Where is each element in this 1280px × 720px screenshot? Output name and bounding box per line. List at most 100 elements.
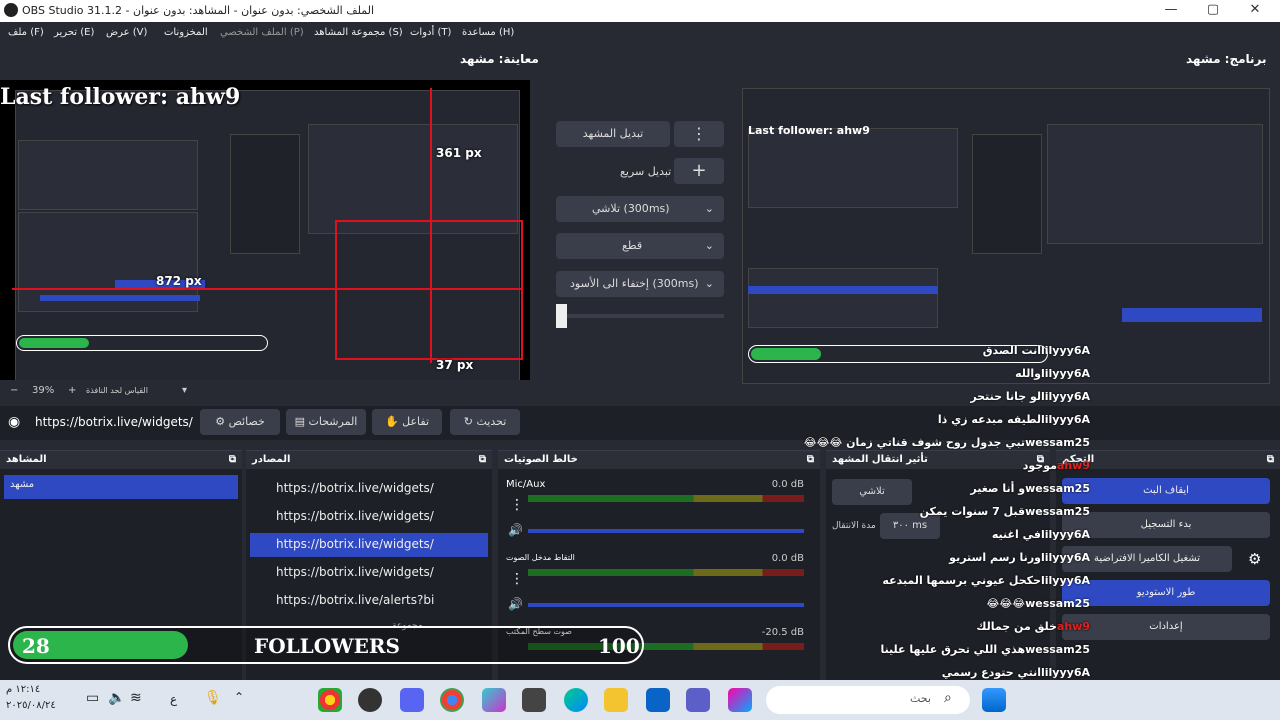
dock-float-icon[interactable]: ⧉ [807, 454, 814, 465]
channel-name: التقاط مدخل الصوت [506, 553, 575, 562]
outlook-icon[interactable] [646, 688, 670, 712]
edit-scene-button[interactable]: تبديل المشهد [556, 121, 670, 147]
menu-view[interactable]: عرض (V) [106, 27, 147, 38]
source-item[interactable]: https://botrix.live/widgets/ [250, 477, 488, 501]
distance-label-bottom: 37 px [436, 358, 474, 372]
discord-icon[interactable] [400, 688, 424, 712]
channel-menu-icon[interactable]: ⋮ [510, 571, 524, 587]
menu-profile[interactable]: الملف الشخصي (P) [220, 27, 304, 38]
zoom-out-button[interactable]: − [10, 385, 18, 396]
chat-username: lilyyy6A [1041, 367, 1090, 380]
distance-label-left: 872 px [156, 274, 202, 288]
maximize-button[interactable]: ▢ [1198, 2, 1228, 17]
program-last-follower: Last follower: ahw9 [748, 124, 870, 137]
followers-count: 28 [22, 634, 50, 658]
gear-icon[interactable]: ⚙ [1248, 550, 1261, 568]
zoom-dropdown-icon[interactable]: ▾ [182, 385, 187, 396]
t-bar-handle[interactable] [556, 304, 567, 328]
chat-username: lilyyy6A [1041, 528, 1090, 541]
globe-icon: ◉ [8, 414, 21, 430]
store-icon[interactable] [522, 688, 546, 712]
volume-slider[interactable] [528, 603, 804, 607]
close-button[interactable]: ✕ [1240, 2, 1270, 17]
volume-meter [528, 569, 804, 577]
scene-item[interactable]: مشهد [4, 475, 238, 499]
transition-menu-icon[interactable]: ⋮ [674, 121, 724, 147]
chat-username: lilyyy6A [1041, 344, 1090, 357]
distance-label-top: 361 px [436, 146, 482, 160]
cut-transition-button[interactable]: قطع ⌄ [556, 233, 724, 259]
chat-message: 😂😂😂 تبي جدول روح شوف قناتي زمانwessam25 [798, 436, 1090, 449]
channel-db: 0.0 dB [771, 479, 804, 490]
menu-help[interactable]: مساعدة (H) [462, 27, 514, 38]
fade-black-transition-button[interactable]: إختفاء الى الأسود (300ms) ⌄ [556, 271, 724, 297]
sources-title: المصادر [252, 454, 291, 465]
zoom-mode[interactable]: القياس لحد النافذة [86, 386, 148, 395]
source-item[interactable]: https://botrix.live/widgets/ [250, 505, 488, 529]
chat-message: انت الصدقlilyyy6A [977, 344, 1090, 357]
edge-icon[interactable] [564, 688, 588, 712]
chat-text: ورنا رسم استريو [949, 551, 1041, 564]
window-title: OBS Studio 31.1.2 - الملف الشخصي: بدون ع… [22, 4, 375, 17]
menu-scene-collection[interactable]: مجموعة المشاهد (S) [314, 27, 403, 38]
volume-icon[interactable]: 🔈 [108, 690, 125, 706]
filters-button[interactable]: ▤ المرشحات [286, 409, 366, 435]
chat-text: 😂😂😂 تبي جدول روح شوف قناتي زمان [803, 436, 1026, 449]
microphone-icon[interactable]: 🎙 [204, 690, 222, 706]
chat-message: انتي حتودع رسميlilyyy6A [936, 666, 1090, 679]
add-quick-transition-icon[interactable]: + [674, 158, 724, 184]
chrome-profile-icon[interactable] [440, 688, 464, 712]
source-label: https://botrix.live/widgets/ [276, 509, 434, 523]
scenes-header: المشاهد ⧉ [0, 451, 242, 469]
m365-icon[interactable] [482, 688, 506, 712]
file-explorer-icon[interactable] [604, 688, 628, 712]
source-label: https://botrix.live/widgets/ [276, 537, 434, 551]
chat-username: lilyyy6A [1041, 390, 1090, 403]
speaker-icon[interactable]: 🔊 [508, 597, 523, 611]
language-indicator[interactable]: ع [170, 692, 177, 706]
chat-message: لطيفه مبدعه زي ذاlilyyy6A [932, 413, 1090, 426]
chat-username: wessam25 [1025, 505, 1090, 518]
chat-text: قبل 7 سنوات يمكن [919, 505, 1026, 518]
copilot-icon[interactable] [728, 688, 752, 712]
chat-message: و أنا صغيرwessam25 [964, 482, 1090, 495]
chat-message: قبل 7 سنوات يمكنwessam25 [914, 505, 1090, 518]
menu-docks[interactable]: المخزونات [164, 27, 208, 38]
battery-icon[interactable]: ▭ [86, 690, 99, 706]
chat-text: في اغنيه [991, 528, 1041, 541]
refresh-button[interactable]: ↻ تحديث [450, 409, 520, 435]
t-bar[interactable] [556, 314, 724, 318]
dock-float-icon[interactable]: ⧉ [1267, 454, 1274, 465]
refresh-icon: ↻ [463, 415, 477, 428]
properties-button[interactable]: ⚙ خصائص [200, 409, 280, 435]
last-follower-overlay: Last follower: ahw9 [0, 84, 241, 110]
chrome-icon[interactable] [318, 688, 342, 712]
quick-transition-label: تبديل سريع [620, 165, 672, 178]
source-item[interactable]: https://botrix.live/alerts?bi [250, 589, 488, 613]
dock-float-icon[interactable]: ⧉ [229, 454, 236, 465]
followers-label: FOLLOWERS [254, 634, 400, 658]
preview-canvas[interactable]: Last follower: ahw9 361 px 872 px 37 px [0, 80, 530, 380]
taskbar-search[interactable]: بحث ⌕ [766, 686, 970, 714]
fade-transition-button[interactable]: تلاشي (300ms) ⌄ [556, 196, 724, 222]
zoom-in-button[interactable]: + [68, 385, 76, 396]
followers-goal-bar: 28 FOLLOWERS 100 [8, 626, 644, 664]
menu-edit[interactable]: تحرير (E) [54, 27, 94, 38]
interact-button[interactable]: ✋ تفاعل [372, 409, 442, 435]
preview-label: معاينة: مشهد [460, 52, 539, 66]
chevron-down-icon: ⌄ [704, 202, 714, 215]
source-item-selected[interactable]: https://botrix.live/widgets/ [250, 533, 488, 557]
speaker-icon[interactable]: 🔊 [508, 523, 523, 537]
dock-float-icon[interactable]: ⧉ [479, 454, 486, 465]
wifi-icon[interactable]: ≋ [130, 690, 142, 706]
volume-slider[interactable] [528, 529, 804, 533]
obs-icon[interactable] [358, 688, 382, 712]
source-item[interactable]: https://botrix.live/widgets/ [250, 561, 488, 585]
teams-icon[interactable] [686, 688, 710, 712]
menu-file[interactable]: ملف (F) [8, 27, 44, 38]
start-icon[interactable] [982, 688, 1006, 712]
chevron-up-icon[interactable]: ⌃ [234, 690, 244, 704]
minimize-button[interactable]: — [1156, 2, 1186, 17]
menu-tools[interactable]: أدوات (T) [410, 27, 451, 38]
channel-menu-icon[interactable]: ⋮ [510, 497, 524, 513]
